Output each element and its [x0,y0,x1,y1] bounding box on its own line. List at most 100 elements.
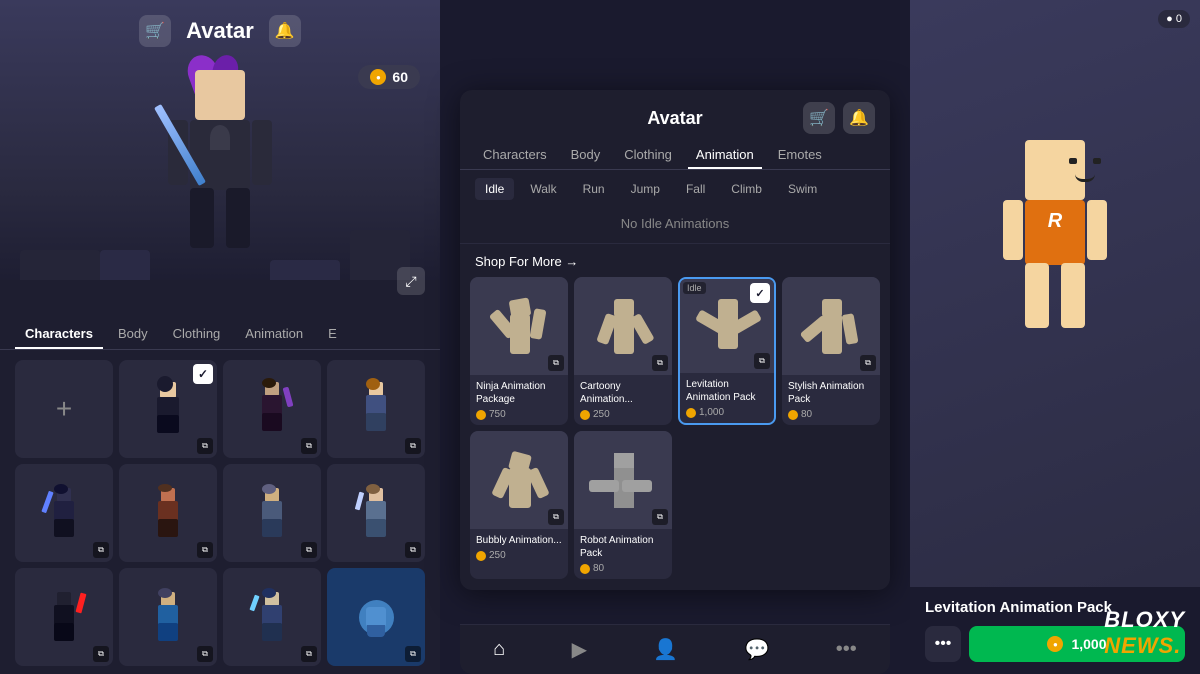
more-options-button[interactable]: ••• [925,626,961,662]
tab-characters[interactable]: Characters [15,320,103,349]
middle-nav-tabs: Characters Body Clothing Animation Emote… [460,134,890,170]
tab-animation[interactable]: Animation [235,320,313,349]
character-cell-3[interactable]: ⧉ [327,360,425,458]
mid-tab-body[interactable]: Body [563,142,609,169]
bubbly-price: 250 [476,550,562,561]
anim-tab-fall[interactable]: Fall [676,178,715,200]
rox-body: R [1025,200,1085,265]
ninja-price: 750 [476,409,562,420]
stylish-price-value: 80 [801,409,812,420]
stylish-price-coin [788,410,798,420]
robot-price: 80 [580,563,666,574]
rox-left-arm [1003,200,1023,260]
nav-avatar-icon[interactable]: 👤 [645,629,686,670]
levitation-check: ✓ [750,283,770,303]
cart-icon[interactable]: 🛒 [139,15,171,47]
shop-item-cartoony-info: Cartoony Animation... 250 [574,375,672,425]
tab-extra[interactable]: E [318,320,347,349]
roblox-character-display: R [910,0,1200,480]
mid-tab-emotes[interactable]: Emotes [770,142,830,169]
shop-item-ninja[interactable]: ⧉ Ninja Animation Package 750 [470,277,568,425]
character-cell-4[interactable]: ⧉ [15,464,113,562]
shop-item-cartoony[interactable]: ⧉ Cartoony Animation... 250 [574,277,672,425]
shop-item-robot-img: ⧉ [574,431,672,529]
anim-tab-climb[interactable]: Climb [721,178,772,200]
nav-play-icon[interactable]: ▶ [564,629,595,670]
anim-tab-run[interactable]: Run [573,178,615,200]
bubbly-copy-icon: ⧉ [548,509,564,525]
shop-header: Shop For More → [460,243,890,277]
rox-face [1063,158,1107,182]
bloxy-text: BLOXY [1104,607,1185,632]
rox-head [1025,140,1085,200]
roblox-character: R [995,140,1115,340]
nav-chat-icon[interactable]: 💬 [737,629,778,670]
ninja-price-value: 750 [489,409,506,420]
shop-item-stylish[interactable]: ⧉ Stylish Animation Pack 80 [782,277,880,425]
levitation-price-coin [686,408,696,418]
middle-bell-icon[interactable]: 🔔 [843,102,875,134]
anim-tab-idle[interactable]: Idle [475,178,514,200]
coin-icon: ● [370,69,386,85]
ninja-price-coin [476,410,486,420]
mid-tab-characters[interactable]: Characters [475,142,555,169]
mid-tab-clothing[interactable]: Clothing [616,142,680,169]
character-cell-10[interactable]: ⧉ [223,568,321,666]
character-cell-1[interactable]: ⧉ [119,360,217,458]
cartoony-price: 250 [580,409,666,420]
copy-icon-7: ⧉ [405,542,421,558]
shop-item-bubbly[interactable]: ⧉ Bubbly Animation... 250 [470,431,568,579]
levitation-price-value: 1,000 [699,407,724,418]
nav-more-icon[interactable]: ••• [828,630,865,669]
char-right-leg [226,188,250,248]
character-cell-11[interactable]: ⧉ [327,568,425,666]
shop-item-stylish-img: ⧉ [782,277,880,375]
stylish-name: Stylish Animation Pack [788,380,874,406]
shop-more-link[interactable]: Shop For More → [475,254,578,269]
shop-item-robot[interactable]: ⧉ Robot Animation Pack 80 [574,431,672,579]
tab-body[interactable]: Body [108,320,158,349]
levitation-name: Levitation Animation Pack [686,378,768,404]
stylish-price: 80 [788,409,874,420]
character-cell-8[interactable]: ⧉ [15,568,113,666]
no-animations-text: No Idle Animations [460,208,890,243]
expand-button[interactable]: ⤢ [397,267,425,295]
nav-home-icon[interactable]: ⌂ [485,630,513,669]
avatar-scene: 🛒 Avatar 🔔 ● 60 ⤢ [0,0,440,310]
shop-item-bubbly-info: Bubbly Animation... 250 [470,529,568,566]
shop-item-stylish-info: Stylish Animation Pack 80 [782,375,880,425]
character-cell-6[interactable]: ⧉ [223,464,321,562]
anim-sub-tabs: Idle Walk Run Jump Fall Climb Swim [460,170,890,208]
copy-icon-6: ⧉ [301,542,317,558]
mid-tab-animation[interactable]: Animation [688,142,762,169]
left-panel: 🛒 Avatar 🔔 ● 60 ⤢ Characters Body Clothi… [0,0,440,674]
rox-logo: R [1048,210,1062,233]
copy-icon-3: ⧉ [405,438,421,454]
shop-grid: ⧉ Ninja Animation Package 750 ⧉ [460,277,890,589]
rox-right-leg [1061,263,1085,328]
add-character-button[interactable]: + [15,360,113,458]
anim-tab-walk[interactable]: Walk [520,178,566,200]
avatar-character [140,70,300,290]
anim-tab-jump[interactable]: Jump [621,178,670,200]
character-cell-2[interactable]: ⧉ [223,360,321,458]
bubbly-name: Bubbly Animation... [476,534,562,547]
character-grid: + ⧉ ⧉ [0,350,440,674]
shop-item-ninja-img: ⧉ [470,277,568,375]
character-cell-7[interactable]: ⧉ [327,464,425,562]
middle-cart-icon[interactable]: 🛒 [803,102,835,134]
middle-header: Avatar 🛒 🔔 [460,90,890,134]
ninja-name: Ninja Animation Package [476,380,562,406]
bell-icon[interactable]: 🔔 [269,15,301,47]
robot-copy-icon: ⧉ [652,509,668,525]
anim-tab-swim[interactable]: Swim [778,178,827,200]
shop-item-levitation-img: Idle ✓ ⧉ [680,279,774,373]
right-panel: ● 0 R Levitation Animation Pack ••• [910,0,1200,674]
tab-clothing[interactable]: Clothing [163,320,231,349]
idle-label: Idle [683,282,706,294]
character-cell-5[interactable]: ⧉ [119,464,217,562]
bubbly-price-value: 250 [489,550,506,561]
character-cell-9[interactable]: ⧉ [119,568,217,666]
rox-left-leg [1025,263,1049,328]
shop-item-levitation[interactable]: Idle ✓ ⧉ Levitation Animation Pack 1,000 [678,277,776,425]
